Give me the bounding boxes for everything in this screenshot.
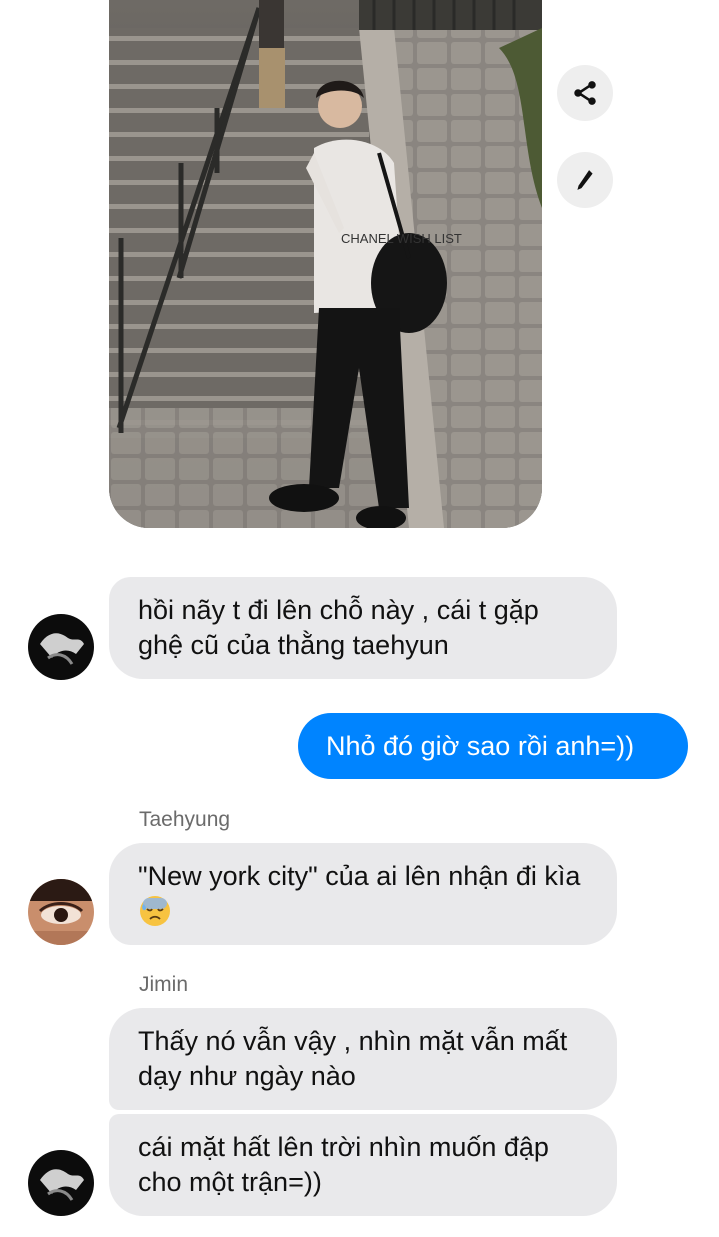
message-bubble[interactable]: Thấy nó vẫn vậy , nhìn mặt vẫn mất dạy n… [109,1008,617,1110]
avatar-hand-gesture [28,1150,94,1216]
message-bubble-outgoing[interactable]: Nhỏ đó giờ sao rồi anh=)) [298,713,688,779]
avatar-hand-gesture [28,614,94,680]
sender-name: Taehyung [139,808,231,831]
pencil-icon [577,170,593,190]
avatar[interactable] [28,614,94,680]
message-bubble[interactable]: "New york city" của ai lên nhận đi kìa [109,843,617,945]
share-button[interactable] [557,65,613,121]
message-bubble[interactable]: cái mặt hất lên trời nhìn muốn đập cho m… [109,1114,617,1216]
avatar[interactable] [28,1150,94,1216]
shared-photo[interactable]: CHANEL WISH LIST [109,0,542,528]
downcast-face-with-sweat-icon [140,896,170,926]
sender-name: Jimin [139,973,189,996]
photo-image: CHANEL WISH LIST [109,0,542,528]
avatar[interactable] [28,879,94,945]
shirt-text: CHANEL WISH LIST [341,231,462,246]
share-icon [574,81,596,105]
edit-button[interactable] [557,152,613,208]
avatar-eye-closeup [28,879,94,945]
message-text: "New york city" của ai lên nhận đi kìa [138,861,581,891]
message-bubble[interactable]: hồi nãy t đi lên chỗ này , cái t gặp ghệ… [109,577,617,679]
